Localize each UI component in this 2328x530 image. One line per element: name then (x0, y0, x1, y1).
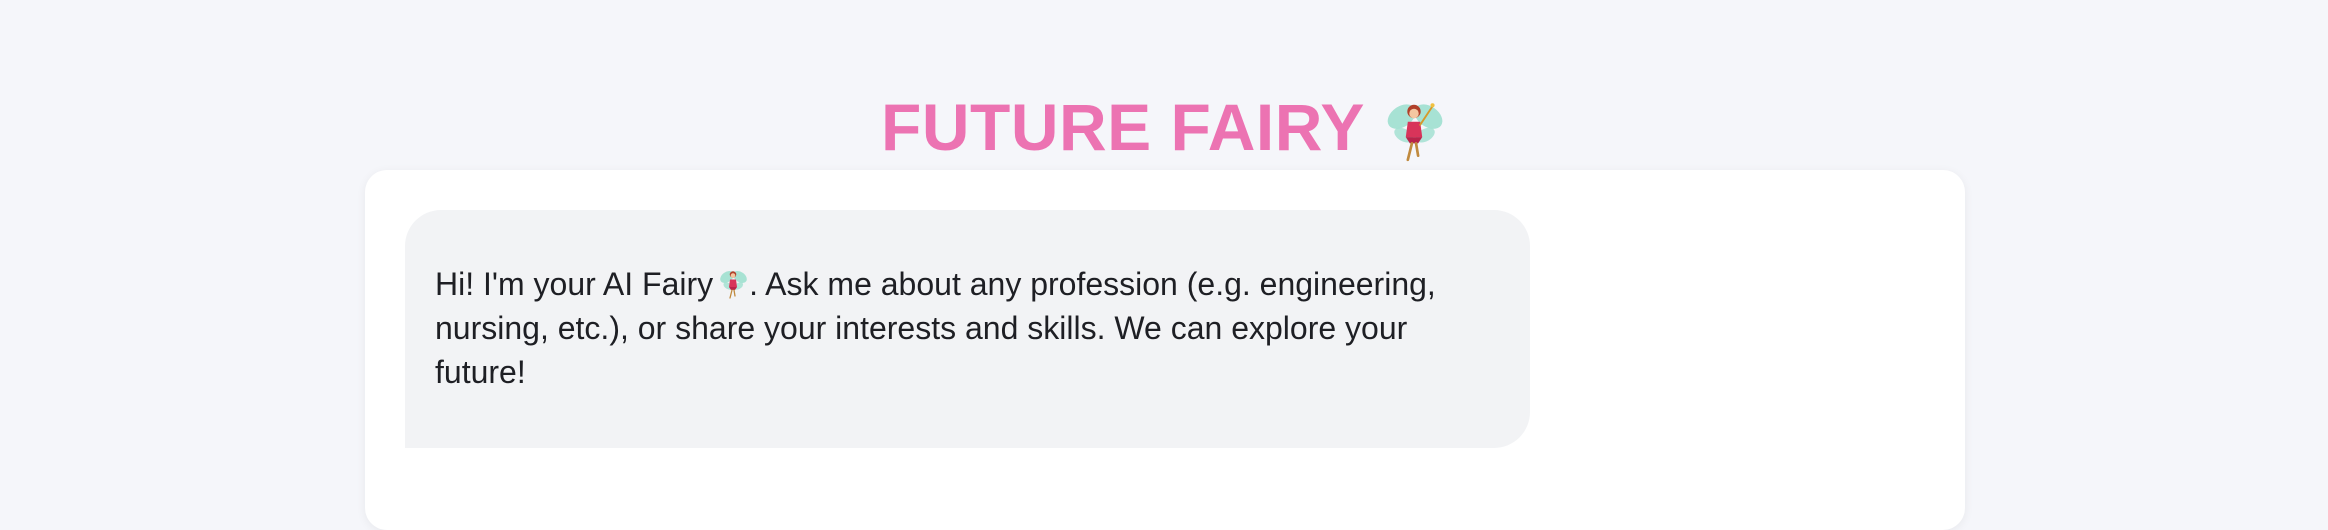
assistant-message-bubble: Hi! I'm your AI Fairy . Ask me about any… (405, 210, 1530, 448)
chat-panel: Hi! I'm your AI Fairy . Ask me about any… (365, 170, 1965, 530)
message-text-start: Hi! I'm your AI Fairy (435, 266, 714, 302)
app-title-text: FUTURE FAIRY (881, 90, 1365, 165)
app-title: FUTURE FAIRY (0, 85, 2328, 169)
fairy-icon (720, 271, 747, 299)
assistant-message-text: Hi! I'm your AI Fairy . Ask me about any… (435, 262, 1500, 394)
fairy-icon (1387, 103, 1443, 162)
